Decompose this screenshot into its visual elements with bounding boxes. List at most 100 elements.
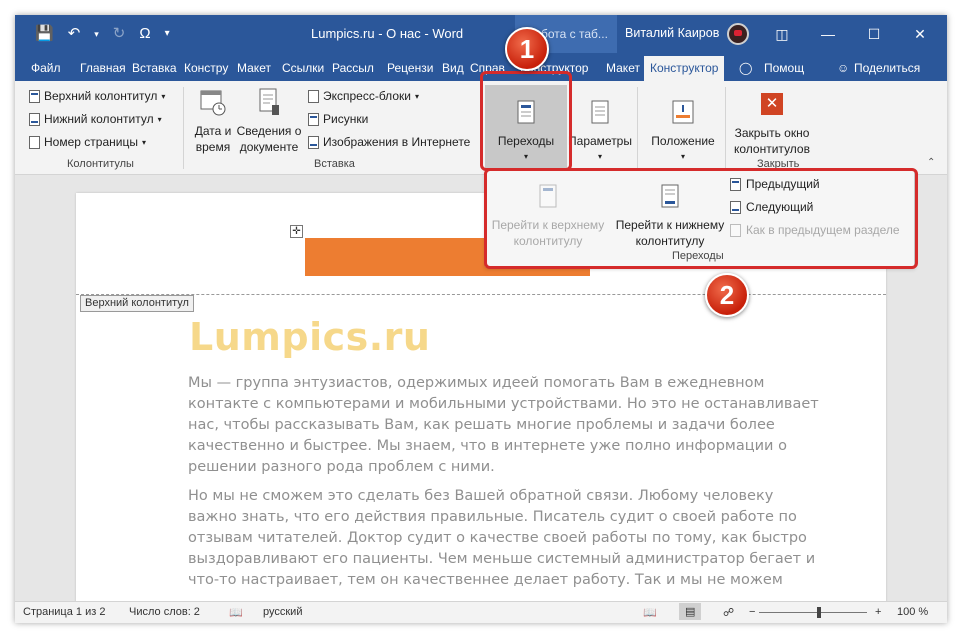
customize-qat-icon[interactable]: ▾ <box>165 24 170 44</box>
close-header-footer-button[interactable]: ✕ Закрыть окно колонтитулов <box>729 93 815 157</box>
proofing-icon[interactable]: 📖 <box>229 606 243 619</box>
quick-parts-icon <box>308 89 319 103</box>
close-icon[interactable]: ✕ <box>897 15 943 53</box>
read-mode-icon[interactable]: 📖 <box>643 606 657 619</box>
document-info-icon <box>255 87 283 119</box>
position-button[interactable]: Положение ▾ <box>645 97 721 165</box>
footer-label: Нижний колонтитул <box>44 112 154 126</box>
close-label-1: Закрыть окно <box>734 126 810 140</box>
paragraph-line: Мы — группа энтузиастов, одержимых идеей… <box>188 375 765 391</box>
paragraph-line: что-то настраивает, тем он качественнее … <box>188 572 783 588</box>
tab-design[interactable]: Констру <box>184 61 228 75</box>
share-icon[interactable]: ☺ <box>837 61 849 75</box>
paragraph-line: нас, чтобы рассказывать Вам, как решать … <box>188 417 775 433</box>
online-pictures-button[interactable]: Изображения в Интернете <box>308 135 470 149</box>
tab-table-layout[interactable]: Макет <box>606 61 640 75</box>
page-number-label: Номер страницы <box>44 135 138 149</box>
chevron-down-icon: ▾ <box>157 114 162 124</box>
close-red-icon: ✕ <box>761 93 783 115</box>
chevron-down-icon: ▾ <box>597 152 602 161</box>
paragraph-line: решении разного рода проблем с ними. <box>188 459 495 475</box>
quick-access-toolbar: 💾 ↶ ▾ ↻ Ω ▾ <box>35 24 170 44</box>
close-label-2: колонтитулов <box>734 142 810 156</box>
paragraph-line: качественно и быстрее. Мы знаем, что в и… <box>188 438 787 454</box>
tab-insert[interactable]: Вставка <box>132 61 177 75</box>
document-info-label-2: документе <box>239 140 299 154</box>
symbol-button[interactable]: Ω <box>139 24 150 44</box>
undo-icon[interactable]: ↶ <box>68 24 81 44</box>
web-layout-icon[interactable]: ☍ <box>723 606 734 619</box>
paragraph-line: выздоравливают его пациенты. Чем меньше … <box>188 551 816 567</box>
user-name[interactable]: Виталий Каиров <box>625 26 719 40</box>
lightbulb-icon: ◯ <box>739 61 753 75</box>
zoom-slider-track[interactable] <box>759 612 867 613</box>
pictures-icon <box>308 112 319 126</box>
document-title: Lumpics.ru - О нас - Word <box>311 26 464 41</box>
print-layout-icon[interactable]: ▤ <box>679 603 702 620</box>
header-button[interactable]: Верхний колонтитул ▾ <box>29 89 165 103</box>
chevron-down-icon: ▾ <box>414 91 419 101</box>
group-label-insert: Вставка <box>314 158 355 170</box>
tab-view[interactable]: Вид <box>442 61 464 75</box>
position-icon <box>669 97 697 129</box>
tab-references[interactable]: Ссылки <box>282 61 324 75</box>
header-label: Верхний колонтитул <box>44 89 158 103</box>
page-count[interactable]: Страница 1 из 2 <box>23 606 105 618</box>
word-count[interactable]: Число слов: 2 <box>129 606 200 618</box>
group-separator <box>725 87 726 169</box>
redo-icon[interactable]: ↻ <box>113 24 126 44</box>
paragraph-line: важно знать, что его действия правильные… <box>188 509 797 525</box>
move-handle-icon[interactable]: ✛ <box>290 225 303 238</box>
options-icon <box>586 97 614 129</box>
pictures-label: Рисунки <box>323 112 369 126</box>
document-info-button[interactable]: Сведения о документе <box>233 87 305 155</box>
header-icon <box>29 89 40 103</box>
paragraph-line: Но мы не сможем это сделать без Вашей об… <box>188 488 774 504</box>
footer-button[interactable]: Нижний колонтитул ▾ <box>29 112 162 126</box>
undo-dropdown-icon[interactable]: ▾ <box>94 24 99 44</box>
page-number-button[interactable]: Номер страницы ▾ <box>29 135 146 149</box>
language[interactable]: русский <box>263 606 302 618</box>
tab-home[interactable]: Главная <box>80 61 126 75</box>
site-title: Lumpics.ru <box>189 315 431 359</box>
ribbon-display-options-icon[interactable]: ◫ <box>759 15 805 53</box>
quick-parts-button[interactable]: Экспресс-блоки ▾ <box>308 89 419 103</box>
tab-layout[interactable]: Макет <box>237 61 271 75</box>
status-bar: Страница 1 из 2 Число слов: 2 📖 русский … <box>15 601 947 623</box>
paragraph-line: отзывам читателей. Доктор судит о качест… <box>188 530 807 546</box>
tab-review[interactable]: Рецензи <box>387 61 433 75</box>
avatar[interactable] <box>727 23 749 45</box>
collapse-ribbon-icon[interactable]: ⌃ <box>927 157 935 168</box>
zoom-level[interactable]: 100 % <box>897 606 928 618</box>
zoom-out-button[interactable]: − <box>749 606 755 618</box>
step-marker-2: 2 <box>705 273 749 317</box>
options-label: Параметры <box>568 134 632 148</box>
footer-icon <box>29 112 40 126</box>
calendar-clock-icon <box>199 87 227 119</box>
document-info-label-1: Сведения о <box>236 124 302 138</box>
chevron-down-icon: ▾ <box>680 152 685 161</box>
header-boundary <box>76 294 886 295</box>
tab-tell-me[interactable]: Помощ <box>764 61 804 75</box>
date-time-button[interactable]: Дата и время <box>191 87 235 155</box>
options-button[interactable]: Параметры ▾ <box>567 97 633 165</box>
zoom-in-button[interactable]: + <box>875 606 881 618</box>
zoom-slider-thumb[interactable] <box>817 607 821 618</box>
chevron-down-icon: ▾ <box>161 91 166 101</box>
highlight-navigation-panel <box>484 168 918 269</box>
chevron-down-icon: ▾ <box>141 137 146 147</box>
minimize-icon[interactable]: — <box>805 15 851 53</box>
group-separator <box>637 87 638 169</box>
tab-file[interactable]: Файл <box>31 61 61 75</box>
tab-share[interactable]: Поделиться <box>854 61 920 75</box>
maximize-icon[interactable]: ☐ <box>851 15 897 53</box>
tab-mailings[interactable]: Рассыл <box>332 61 374 75</box>
position-label: Положение <box>651 134 715 148</box>
online-pictures-label: Изображения в Интернете <box>323 135 471 149</box>
date-time-label-2: время <box>195 140 231 154</box>
paragraph-1: Мы — группа энтузиастов, одержимых идеей… <box>188 373 828 478</box>
save-icon[interactable]: 💾 <box>35 24 54 44</box>
group-separator <box>183 87 184 169</box>
tab-header-footer-design[interactable]: Конструктор <box>644 56 725 81</box>
pictures-button[interactable]: Рисунки <box>308 112 368 126</box>
